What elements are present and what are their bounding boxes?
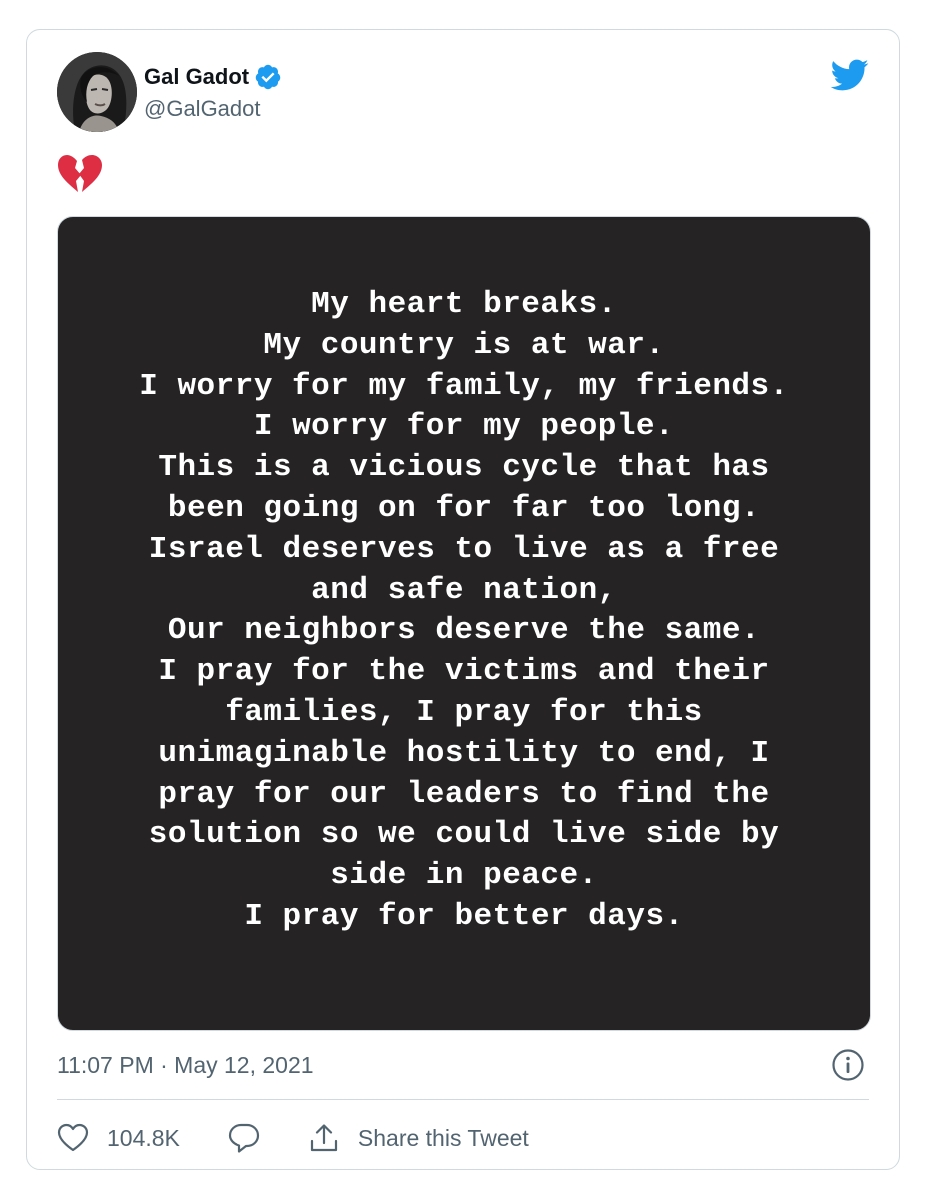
timestamp-row: 11:07 PM · May 12, 2021 bbox=[57, 1048, 869, 1084]
user-handle[interactable]: @GalGadot bbox=[144, 96, 261, 122]
verified-badge-icon bbox=[254, 63, 282, 91]
image-text-line: been going on for far too long. bbox=[167, 490, 761, 526]
image-text-line: I worry for my people. bbox=[253, 409, 675, 445]
image-text-line: Israel deserves to live as a free bbox=[148, 531, 780, 567]
tweet-timestamp[interactable]: 11:07 PM · May 12, 2021 bbox=[57, 1052, 314, 1079]
share-icon bbox=[308, 1122, 340, 1154]
image-text-line: I pray for better days. bbox=[244, 898, 684, 934]
share-button[interactable]: Share this Tweet bbox=[308, 1122, 529, 1154]
image-text-line: side in peace. bbox=[330, 858, 598, 894]
share-label: Share this Tweet bbox=[357, 1124, 529, 1151]
name-row: Gal Gadot bbox=[144, 61, 282, 93]
broken-heart-icon bbox=[57, 154, 103, 194]
image-text-line: unimaginable hostility to end, I bbox=[158, 735, 770, 771]
image-text-line: Our neighbors deserve the same. bbox=[167, 613, 761, 649]
display-name[interactable]: Gal Gadot bbox=[144, 64, 249, 90]
image-text-line: families, I pray for this bbox=[225, 694, 703, 730]
image-text-line: My heart breaks. bbox=[311, 287, 617, 322]
image-text-lines: My heart breaks. My country is at war. I w… bbox=[58, 285, 870, 938]
like-button[interactable]: 104.8K bbox=[57, 1123, 180, 1153]
reply-bubble-icon bbox=[228, 1122, 260, 1154]
image-text-line: I pray for the victims and their bbox=[158, 654, 770, 690]
heart-icon bbox=[57, 1123, 89, 1153]
info-icon[interactable] bbox=[831, 1048, 865, 1082]
tweet-card: Gal Gadot @GalGadot My heart breaks. My c… bbox=[26, 29, 900, 1170]
tweet-actions: 104.8K Share this Tweet bbox=[57, 1118, 529, 1158]
image-text-line: My country is at war. bbox=[263, 327, 665, 363]
like-count: 104.8K bbox=[107, 1124, 180, 1151]
avatar[interactable] bbox=[57, 52, 137, 132]
image-text-line: I worry for my family, my friends. bbox=[139, 368, 789, 404]
image-text-line: pray for our leaders to find the bbox=[158, 776, 770, 812]
image-text-line: and safe nation, bbox=[311, 572, 617, 608]
reply-button[interactable] bbox=[228, 1122, 260, 1154]
twitter-bird-icon[interactable] bbox=[829, 57, 869, 93]
image-text-line: This is a vicious cycle that has bbox=[158, 450, 770, 486]
image-text-line: solution so we could live side by bbox=[148, 817, 780, 853]
tweet-image[interactable]: My heart breaks. My country is at war. I w… bbox=[57, 216, 871, 1031]
divider bbox=[57, 1099, 869, 1100]
